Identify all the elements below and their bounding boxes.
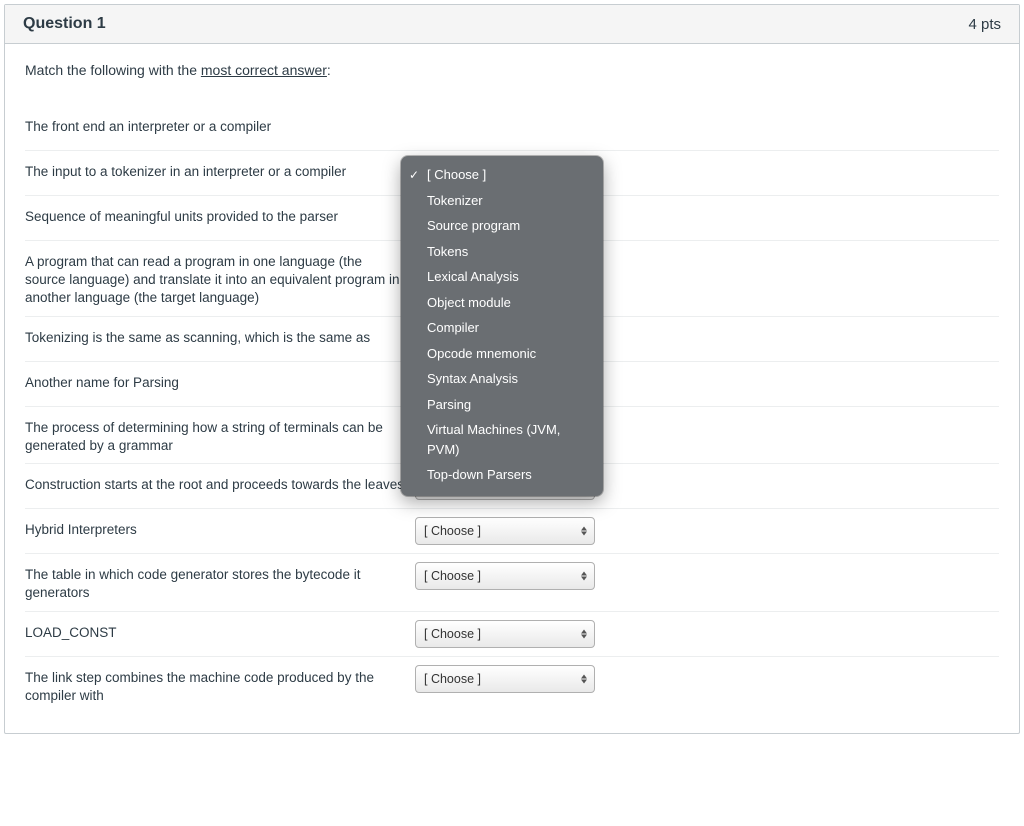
dropdown-option[interactable]: Virtual Machines (JVM, PVM) <box>401 417 603 462</box>
question-title: Question 1 <box>23 15 106 33</box>
dropdown-option[interactable]: Tokens <box>401 239 603 265</box>
dropdown-option[interactable]: Lexical Analysis <box>401 264 603 290</box>
question-body: Match the following with the most correc… <box>5 44 1019 733</box>
match-prompt: Construction starts at the root and proc… <box>25 472 415 494</box>
match-prompt: Another name for Parsing <box>25 370 415 392</box>
dropdown-option-label: Opcode mnemonic <box>427 346 536 361</box>
match-prompt: The link step combines the machine code … <box>25 665 415 705</box>
select-wrap: [ Choose ] <box>415 665 595 693</box>
dropdown-option-label: Syntax Analysis <box>427 371 518 386</box>
dropdown-option-label: Source program <box>427 218 520 233</box>
instruction-prefix: Match the following with the <box>25 62 201 78</box>
updown-arrows-icon <box>581 572 587 581</box>
dropdown-option-label: Top-down Parsers <box>427 467 532 482</box>
question-points: 4 pts <box>968 16 1001 33</box>
select-value: [ Choose ] <box>424 672 481 686</box>
dropdown-option[interactable]: Opcode mnemonic <box>401 341 603 367</box>
answer-select[interactable]: [ Choose ] <box>415 562 595 590</box>
check-icon: ✓ <box>409 166 419 184</box>
match-row: The link step combines the machine code … <box>25 657 999 713</box>
instruction-suffix: : <box>327 62 331 78</box>
instruction-text: Match the following with the most correc… <box>25 62 999 106</box>
question-header: Question 1 4 pts <box>5 5 1019 44</box>
dropdown-option[interactable]: Top-down Parsers <box>401 462 603 488</box>
match-row: The table in which code generator stores… <box>25 554 999 611</box>
updown-arrows-icon <box>581 674 587 683</box>
dropdown-option-label: Lexical Analysis <box>427 269 519 284</box>
dropdown-option[interactable]: Tokenizer <box>401 188 603 214</box>
dropdown-option-label: Tokenizer <box>427 193 483 208</box>
dropdown-option-label: Compiler <box>427 320 479 335</box>
select-wrap: [ Choose ] <box>415 562 595 590</box>
dropdown-option-label: Parsing <box>427 397 471 412</box>
answer-select[interactable]: [ Choose ] <box>415 620 595 648</box>
instruction-underlined: most correct answer <box>201 62 327 78</box>
dropdown-option-label: Object module <box>427 295 511 310</box>
match-prompt: Tokenizing is the same as scanning, whic… <box>25 325 415 347</box>
answer-select[interactable]: [ Choose ] <box>415 665 595 693</box>
match-prompt: The front end an interpreter or a compil… <box>25 114 415 136</box>
match-prompt: Hybrid Interpreters <box>25 517 415 539</box>
select-wrap: [ Choose ] <box>415 517 595 545</box>
updown-arrows-icon <box>581 629 587 638</box>
updown-arrows-icon <box>581 527 587 536</box>
match-row: LOAD_CONST [ Choose ] <box>25 612 999 657</box>
dropdown-option[interactable]: Object module <box>401 290 603 316</box>
select-value: [ Choose ] <box>424 569 481 583</box>
dropdown-option-label: Tokens <box>427 244 468 259</box>
select-wrap <box>415 114 595 142</box>
dropdown-menu[interactable]: ✓ [ Choose ] Tokenizer Source program Tokens… <box>401 156 603 496</box>
dropdown-option[interactable]: Compiler <box>401 315 603 341</box>
select-wrap: [ Choose ] <box>415 620 595 648</box>
match-prompt: The table in which code generator stores… <box>25 562 415 602</box>
answer-select[interactable]: [ Choose ] <box>415 517 595 545</box>
select-value: [ Choose ] <box>424 627 481 641</box>
match-row: The front end an interpreter or a compil… <box>25 106 999 151</box>
dropdown-option[interactable]: Syntax Analysis <box>401 366 603 392</box>
match-row: Hybrid Interpreters [ Choose ] <box>25 509 999 554</box>
dropdown-option-label: Virtual Machines (JVM, PVM) <box>427 422 560 457</box>
match-prompt: The input to a tokenizer in an interpret… <box>25 159 415 181</box>
match-prompt: LOAD_CONST <box>25 620 415 642</box>
dropdown-option[interactable]: ✓ [ Choose ] <box>401 162 603 188</box>
match-prompt: Sequence of meaningful units provided to… <box>25 204 415 226</box>
dropdown-option[interactable]: Parsing <box>401 392 603 418</box>
dropdown-option[interactable]: Source program <box>401 213 603 239</box>
select-value: [ Choose ] <box>424 524 481 538</box>
match-prompt: The process of determining how a string … <box>25 415 415 455</box>
question-container: Question 1 4 pts Match the following wit… <box>4 4 1020 734</box>
match-prompt: A program that can read a program in one… <box>25 249 415 308</box>
dropdown-option-label: [ Choose ] <box>427 167 486 182</box>
